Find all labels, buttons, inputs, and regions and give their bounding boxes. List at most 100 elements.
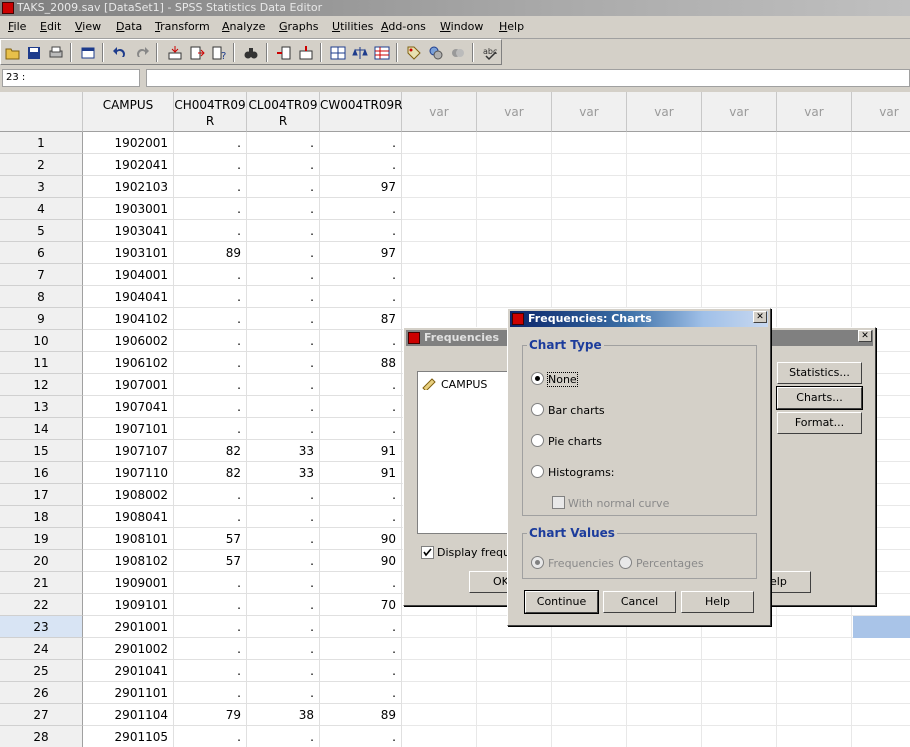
table-cell[interactable]: . xyxy=(174,726,247,747)
empty-cell[interactable] xyxy=(402,242,477,264)
empty-cell[interactable] xyxy=(777,132,852,154)
use-sets-icon[interactable] xyxy=(427,44,445,61)
table-cell[interactable]: . xyxy=(174,286,247,308)
row-number[interactable]: 13 xyxy=(0,396,83,418)
empty-cell[interactable] xyxy=(402,220,477,242)
table-cell[interactable]: . xyxy=(320,506,402,528)
variable-header[interactable]: CW004TR09R xyxy=(320,92,402,132)
empty-variable-header[interactable]: var xyxy=(477,92,552,132)
empty-cell[interactable] xyxy=(627,154,702,176)
menu-window[interactable]: Window xyxy=(440,20,483,33)
empty-cell[interactable] xyxy=(777,176,852,198)
table-cell[interactable]: . xyxy=(247,528,320,550)
empty-cell[interactable] xyxy=(702,176,777,198)
table-cell[interactable]: . xyxy=(320,682,402,704)
selected-cell[interactable] xyxy=(853,616,910,638)
table-cell[interactable]: . xyxy=(174,660,247,682)
empty-cell[interactable] xyxy=(627,242,702,264)
empty-cell[interactable] xyxy=(552,660,627,682)
table-cell[interactable]: 97 xyxy=(320,176,402,198)
row-number[interactable]: 3 xyxy=(0,176,83,198)
row-number[interactable]: 21 xyxy=(0,572,83,594)
table-cell[interactable]: . xyxy=(247,638,320,660)
menu-help[interactable]: Help xyxy=(499,20,524,33)
empty-cell[interactable] xyxy=(552,220,627,242)
empty-cell[interactable] xyxy=(852,638,910,660)
table-cell[interactable]: . xyxy=(247,594,320,616)
empty-cell[interactable] xyxy=(702,242,777,264)
table-cell[interactable]: . xyxy=(320,418,402,440)
close-icon[interactable]: ✕ xyxy=(858,330,872,342)
menu-utilities[interactable]: Utilities xyxy=(332,20,373,33)
row-number[interactable]: 2 xyxy=(0,154,83,176)
table-cell[interactable]: 90 xyxy=(320,550,402,572)
table-cell[interactable]: . xyxy=(174,352,247,374)
row-number[interactable]: 18 xyxy=(0,506,83,528)
empty-cell[interactable] xyxy=(702,638,777,660)
table-cell[interactable]: . xyxy=(174,594,247,616)
table-cell[interactable]: . xyxy=(320,154,402,176)
row-number[interactable]: 24 xyxy=(0,638,83,660)
empty-cell[interactable] xyxy=(402,286,477,308)
table-cell[interactable]: 1903001 xyxy=(83,198,174,220)
menu-add-ons[interactable]: Add-ons xyxy=(381,20,426,33)
row-number[interactable]: 17 xyxy=(0,484,83,506)
table-cell[interactable]: 1908102 xyxy=(83,550,174,572)
empty-cell[interactable] xyxy=(552,198,627,220)
empty-cell[interactable] xyxy=(702,682,777,704)
empty-cell[interactable] xyxy=(702,704,777,726)
empty-cell[interactable] xyxy=(627,264,702,286)
table-cell[interactable]: . xyxy=(174,264,247,286)
empty-cell[interactable] xyxy=(777,286,852,308)
table-cell[interactable]: . xyxy=(320,638,402,660)
insert-variable-icon[interactable] xyxy=(297,44,315,61)
empty-cell[interactable] xyxy=(477,286,552,308)
table-cell[interactable]: 70 xyxy=(320,594,402,616)
table-cell[interactable]: 1907107 xyxy=(83,440,174,462)
table-cell[interactable]: 1908002 xyxy=(83,484,174,506)
charts-button[interactable]: Charts... xyxy=(776,386,863,410)
empty-cell[interactable] xyxy=(627,682,702,704)
table-cell[interactable]: . xyxy=(174,132,247,154)
open-icon[interactable] xyxy=(4,44,22,61)
table-cell[interactable]: . xyxy=(174,220,247,242)
table-cell[interactable]: . xyxy=(174,308,247,330)
table-cell[interactable]: 2901002 xyxy=(83,638,174,660)
menu-view[interactable]: View xyxy=(75,20,101,33)
empty-cell[interactable] xyxy=(777,198,852,220)
empty-cell[interactable] xyxy=(402,726,477,747)
weight-cases-icon[interactable] xyxy=(351,44,369,61)
table-cell[interactable]: . xyxy=(320,484,402,506)
empty-cell[interactable] xyxy=(627,704,702,726)
table-cell[interactable]: 1902041 xyxy=(83,154,174,176)
empty-cell[interactable] xyxy=(477,132,552,154)
empty-variable-header[interactable]: var xyxy=(852,92,910,132)
none-radio[interactable] xyxy=(531,372,544,385)
undo-icon[interactable] xyxy=(111,44,129,61)
variables-icon[interactable]: ? xyxy=(210,44,228,61)
table-cell[interactable]: . xyxy=(174,374,247,396)
empty-cell[interactable] xyxy=(627,638,702,660)
table-cell[interactable]: . xyxy=(247,418,320,440)
empty-cell[interactable] xyxy=(402,132,477,154)
table-cell[interactable]: 1903101 xyxy=(83,242,174,264)
table-cell[interactable]: . xyxy=(174,638,247,660)
row-number[interactable]: 15 xyxy=(0,440,83,462)
table-cell[interactable]: 1906002 xyxy=(83,330,174,352)
table-cell[interactable]: . xyxy=(247,726,320,747)
empty-cell[interactable] xyxy=(852,176,910,198)
table-cell[interactable]: . xyxy=(247,220,320,242)
row-number[interactable]: 10 xyxy=(0,330,83,352)
table-cell[interactable]: 1904102 xyxy=(83,308,174,330)
close-icon[interactable]: ✕ xyxy=(753,311,767,323)
empty-cell[interactable] xyxy=(477,682,552,704)
empty-cell[interactable] xyxy=(477,704,552,726)
empty-cell[interactable] xyxy=(402,264,477,286)
row-number[interactable]: 16 xyxy=(0,462,83,484)
table-cell[interactable]: . xyxy=(247,330,320,352)
table-cell[interactable]: 57 xyxy=(174,550,247,572)
table-cell[interactable]: 1904001 xyxy=(83,264,174,286)
empty-cell[interactable] xyxy=(777,264,852,286)
table-cell[interactable]: 33 xyxy=(247,462,320,484)
save-icon[interactable] xyxy=(25,44,43,61)
